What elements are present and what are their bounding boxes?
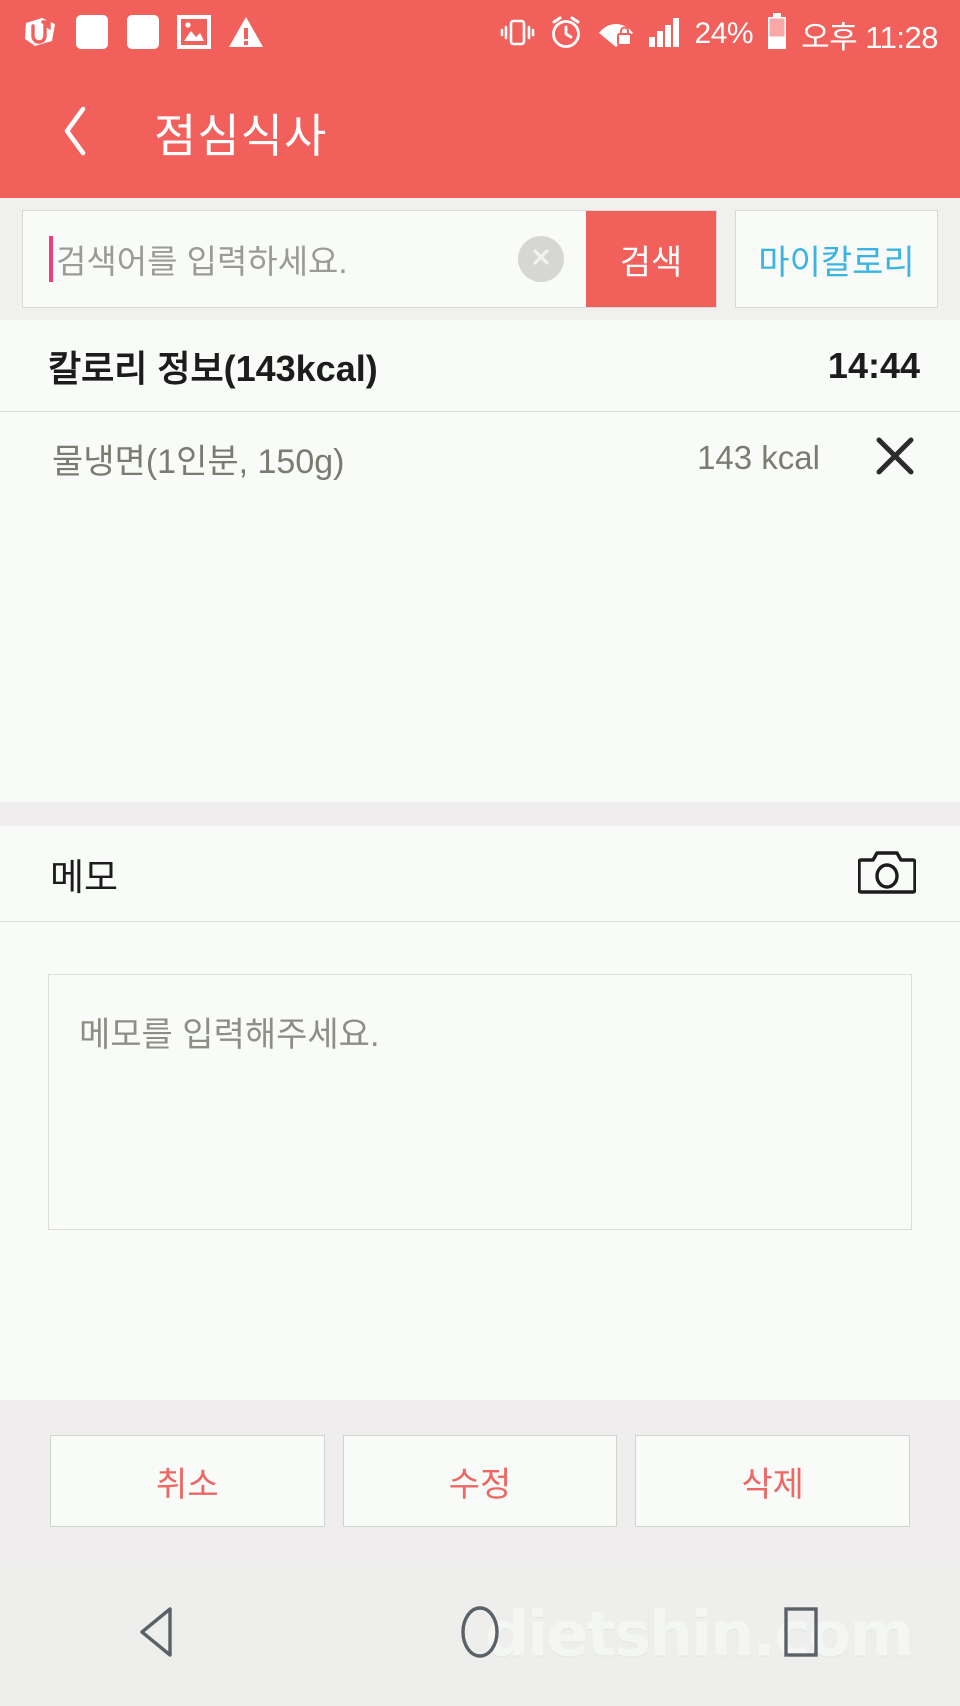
calorie-info-title: 칼로리 정보(143kcal) xyxy=(48,347,378,389)
close-x-icon xyxy=(872,433,918,484)
alarm-icon xyxy=(548,14,584,55)
memo-section: 메모 메모를 입력해주세요. xyxy=(0,826,960,1400)
nav-recents-square-icon xyxy=(772,1601,828,1668)
status-clock: 오후 11:28 xyxy=(801,19,938,55)
text-caret xyxy=(49,236,53,282)
camera-icon xyxy=(857,846,917,901)
camera-button[interactable] xyxy=(856,847,918,901)
android-nav-bar: dietshin.com xyxy=(0,1562,960,1706)
calorie-info-time: 14:44 xyxy=(827,344,920,386)
search-input-placeholder: 검색어를 입력하세요. xyxy=(56,243,348,280)
cancel-button[interactable]: 취소 xyxy=(50,1435,325,1527)
status-bar-left-icons xyxy=(22,13,264,56)
signal-icon xyxy=(648,15,682,54)
clear-circle-icon xyxy=(528,244,554,275)
app-root: 24% 오후 11:28 점심식사 검색어를 입력하세요. 검색 마이칼로리 칼… xyxy=(0,0,960,1706)
wifi-lock-icon xyxy=(597,15,635,54)
section-divider xyxy=(0,802,960,826)
blank-square-icon xyxy=(126,13,160,56)
clear-search-button[interactable] xyxy=(518,236,564,282)
search-field-wrapper: 검색어를 입력하세요. 검색 xyxy=(22,210,717,308)
food-list: 물냉면(1인분, 150g) 143 kcal xyxy=(0,412,960,802)
search-input[interactable]: 검색어를 입력하세요. xyxy=(23,211,586,307)
search-button[interactable]: 검색 xyxy=(586,211,716,307)
search-bar: 검색어를 입력하세요. 검색 마이칼로리 xyxy=(0,198,960,320)
calorie-info-header: 칼로리 정보(143kcal) 14:44 xyxy=(0,320,960,412)
page-title: 점심식사 xyxy=(154,110,328,162)
memo-spacer xyxy=(0,1230,960,1400)
food-name: 물냉면(1인분, 150g) xyxy=(52,442,345,481)
edit-button[interactable]: 수정 xyxy=(342,1435,618,1527)
memo-label: 메모 xyxy=(50,856,119,898)
status-bar-right-icons: 24% 오후 11:28 xyxy=(499,12,938,57)
nav-home-circle-icon xyxy=(450,1601,510,1668)
memo-input[interactable]: 메모를 입력해주세요. xyxy=(48,974,912,1230)
nav-back-triangle-icon xyxy=(132,1602,188,1667)
vibrate-icon xyxy=(499,14,535,55)
battery-percent-label: 24% xyxy=(694,17,754,50)
photo-icon xyxy=(177,14,211,55)
back-button[interactable] xyxy=(50,97,102,169)
u-plus-icon xyxy=(22,14,58,55)
food-kcal: 143 kcal xyxy=(697,439,820,476)
memo-input-placeholder: 메모를 입력해주세요. xyxy=(79,1016,380,1054)
delete-button[interactable]: 삭제 xyxy=(635,1435,911,1527)
battery-icon xyxy=(766,12,788,56)
delete-food-button[interactable] xyxy=(868,431,922,485)
my-calorie-button[interactable]: 마이칼로리 xyxy=(735,210,938,308)
nav-recents-button[interactable] xyxy=(725,1579,875,1689)
memo-body: 메모를 입력해주세요. xyxy=(0,922,960,1230)
blank-square-icon xyxy=(75,13,109,56)
warning-icon xyxy=(228,15,264,54)
table-row[interactable]: 물냉면(1인분, 150g) 143 kcal xyxy=(0,412,960,504)
memo-header: 메모 xyxy=(0,826,960,922)
app-bar: 점심식사 xyxy=(0,68,960,198)
status-bar: 24% 오후 11:28 xyxy=(0,0,960,68)
action-bar: 취소 수정 삭제 xyxy=(0,1400,960,1562)
nav-back-button[interactable] xyxy=(85,1579,235,1689)
chevron-left-icon xyxy=(59,103,93,164)
nav-home-button[interactable] xyxy=(405,1579,555,1689)
